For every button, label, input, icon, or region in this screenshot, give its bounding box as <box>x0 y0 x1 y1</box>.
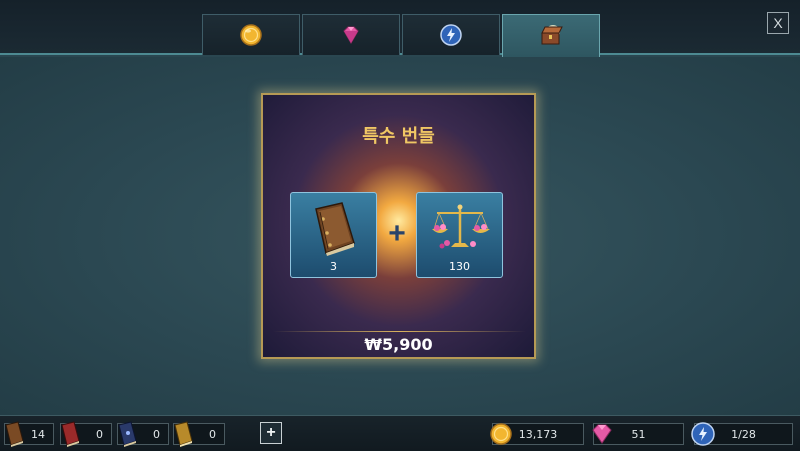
brown-book-icon <box>5 421 24 447</box>
balance-scale-icon <box>431 204 490 249</box>
energy-orb-icon <box>440 24 462 46</box>
gem-balance: 51 <box>592 423 684 445</box>
tab-gold[interactable] <box>202 14 300 55</box>
gold-book-icon <box>174 421 193 447</box>
pink-gem-icon <box>592 424 612 444</box>
brown-book-icon <box>314 202 355 256</box>
inventory-gold-book: 0 <box>173 421 225 447</box>
bottom-bar: 14 0 0 0 13,173 51 1/28 <box>0 415 800 451</box>
special-bundle-card[interactable]: 특수 번들 3 + 130 ₩5,900 <box>261 93 536 359</box>
bundle-item-book: 3 <box>290 192 377 278</box>
energy-balance: 1/28 <box>691 422 793 446</box>
bundle-item-scale: 130 <box>416 192 503 278</box>
inventory-brown-book: 14 <box>4 421 54 447</box>
tab-energy[interactable] <box>402 14 500 55</box>
price-divider <box>273 331 526 332</box>
tab-bar <box>202 14 600 57</box>
gem-count: 130 <box>449 260 470 273</box>
add-button[interactable]: + <box>260 422 282 444</box>
tab-bundles[interactable] <box>502 14 600 57</box>
close-button[interactable]: X <box>767 12 789 34</box>
gold-balance: 13,173 <box>490 423 584 445</box>
inventory-red-book: 0 <box>60 421 112 447</box>
tab-gems[interactable] <box>302 14 400 55</box>
energy-orb-icon <box>691 422 715 446</box>
gold-coin-icon <box>490 423 512 445</box>
top-bar: X <box>0 0 800 57</box>
treasure-chest-icon <box>541 25 563 45</box>
red-book-icon <box>61 421 80 447</box>
blue-book-icon <box>118 421 137 447</box>
plus-sign: + <box>388 217 406 250</box>
book-count: 3 <box>330 260 337 273</box>
gold-coin-icon <box>240 24 262 46</box>
inventory-blue-book: 0 <box>117 421 169 447</box>
bundle-price[interactable]: ₩5,900 <box>263 335 534 354</box>
bundle-title: 특수 번들 <box>362 126 435 147</box>
pink-gem-icon <box>343 26 359 44</box>
